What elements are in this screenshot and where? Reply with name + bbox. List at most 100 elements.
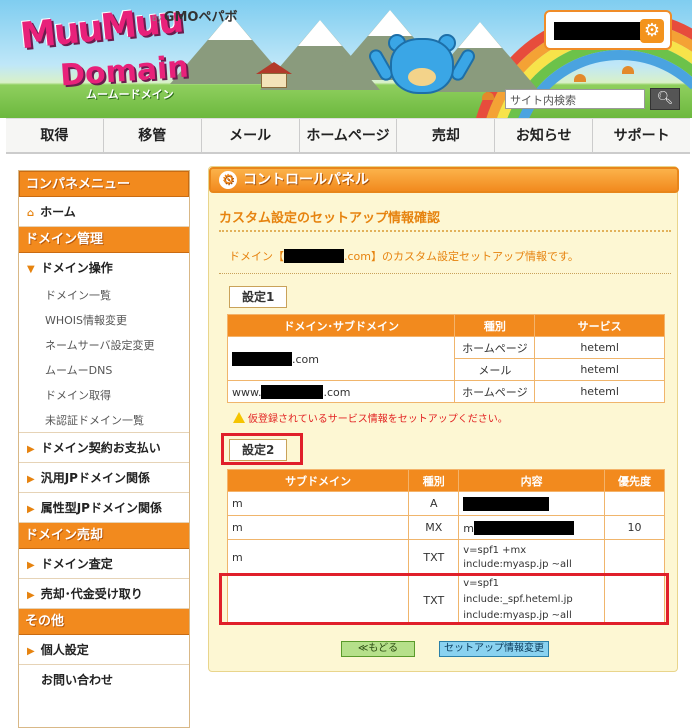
- nav-news[interactable]: お知らせ: [495, 119, 594, 152]
- account-box: ⚙: [544, 10, 672, 50]
- sidebar-item-personal[interactable]: ▶ 個人設定: [19, 635, 189, 665]
- column-header: 優先度: [604, 469, 665, 492]
- sidebar-item-home[interactable]: ⌂ ホーム: [19, 197, 189, 227]
- domain-cell: .com: [226, 336, 456, 381]
- table-row: m TXT v=spf1 +mx include:myasp.jp ~all: [226, 539, 665, 576]
- sidebar-section-other: その他: [19, 609, 189, 635]
- setting1-label: 設定1: [229, 286, 288, 308]
- type-cell: MX: [408, 515, 460, 540]
- column-header: サブドメイン: [226, 469, 410, 492]
- nav-acquire[interactable]: 取得: [6, 119, 104, 152]
- content-cell: m: [458, 515, 606, 540]
- sidebar-subitem-muumuu-dns[interactable]: ムームーDNS: [19, 358, 189, 383]
- highlight-box: [221, 433, 303, 465]
- warning-icon: [233, 412, 245, 423]
- sidebar-item-appraisal[interactable]: ▶ ドメイン査定: [19, 549, 189, 579]
- divider: [219, 230, 671, 232]
- back-button[interactable]: ≪もどる: [341, 641, 415, 657]
- domain-cell: www. .com: [226, 380, 456, 403]
- domain-prefix: www.: [232, 385, 262, 399]
- intro-text: ドメイン【 .com】のカスタム設定セットアップ情報です。: [229, 248, 579, 264]
- sidebar-item-attr-jp[interactable]: ▶ 属性型JPドメイン関係: [19, 493, 189, 523]
- sidebar-item-contact[interactable]: お問い合わせ: [19, 665, 189, 695]
- sidebar-item-label: ドメイン契約お支払い: [40, 441, 161, 455]
- service-cell: heteml: [534, 380, 665, 403]
- service-cell: heteml: [534, 336, 665, 359]
- nav-transfer[interactable]: 移管: [104, 119, 202, 152]
- sidebar-section-domain-sale: ドメイン売却: [19, 523, 189, 549]
- sidebar-subitem-domain-acquire[interactable]: ドメイン取得: [19, 383, 189, 408]
- column-header: 種別: [454, 314, 536, 337]
- nav-support[interactable]: サポート: [593, 119, 690, 152]
- sidebar-item-generic-jp[interactable]: ▶ 汎用JPドメイン関係: [19, 463, 189, 493]
- brand-by: by: [152, 14, 162, 23]
- table-row: www. .com ホームページ heteml: [226, 380, 665, 403]
- sidebar-subitem-whois[interactable]: WHOIS情報変更: [19, 308, 189, 333]
- home-icon: ⌂: [27, 208, 35, 219]
- sidebar-subitem-nameserver[interactable]: ネームサーバ設定変更: [19, 333, 189, 358]
- chevron-right-icon: ▶: [27, 444, 35, 455]
- bear-mascot: [366, 34, 478, 114]
- sidebar-item-sale-payment[interactable]: ▶ 売却･代金受け取り: [19, 579, 189, 609]
- sidebar-item-label: 売却･代金受け取り: [40, 587, 143, 601]
- type-cell: ホームページ: [454, 336, 536, 359]
- priority-cell: [604, 491, 665, 516]
- sidebar-item-domain-ops[interactable]: ▼ ドメイン操作: [19, 253, 189, 283]
- content-prefix: m: [463, 521, 474, 535]
- priority-cell: 10: [604, 515, 665, 540]
- chevron-right-icon: ▶: [27, 646, 35, 657]
- site-header: MuuMuu Domain ムームードメイン by GMOペパボ ⚙ サイト内検索…: [0, 0, 692, 118]
- sidebar-subitem-domain-list[interactable]: ドメイン一覧: [19, 283, 189, 308]
- column-header: サービス: [534, 314, 665, 337]
- logo-subtitle: ムームードメイン: [86, 88, 174, 101]
- sidebar-item-label: 個人設定: [40, 643, 89, 657]
- mushroom: [574, 74, 586, 82]
- nav-sell[interactable]: 売却: [397, 119, 496, 152]
- content-cell: v=spf1 +mx include:myasp.jp ~all: [458, 539, 606, 576]
- search-input[interactable]: サイト内検索: [505, 89, 645, 109]
- sidebar-subitem-unverified[interactable]: 未認証ドメイン一覧: [19, 408, 189, 433]
- sidebar-item-contract[interactable]: ▶ ドメイン契約お支払い: [19, 433, 189, 463]
- column-header: 種別: [408, 469, 460, 492]
- nav-homepage[interactable]: ホームページ: [300, 119, 398, 152]
- priority-cell: [604, 539, 665, 576]
- warning-message: 仮登録されているサービス情報をセットアップください。: [233, 410, 508, 425]
- redacted: [261, 384, 324, 399]
- gmo-pepabo-logo[interactable]: by GMOペパボ: [152, 6, 237, 25]
- sidebar-item-label: ホーム: [40, 205, 76, 219]
- mushroom: [622, 66, 634, 74]
- intro-prefix: ドメイン【: [229, 250, 284, 263]
- search-icon: 🔍︎: [656, 91, 674, 106]
- global-nav: 取得 移管 メール ホームページ 売却 お知らせ サポート: [6, 118, 690, 154]
- chevron-right-icon: ▶: [27, 474, 35, 485]
- panel-header-label: コントロールパネル: [243, 172, 369, 188]
- chevron-right-icon: ▶: [27, 590, 35, 601]
- control-panel: ⚙ コントロールパネル カスタム設定のセットアップ情報確認 ドメイン【 .com】の…: [208, 166, 679, 672]
- nav-mail[interactable]: メール: [202, 119, 300, 152]
- warning-text: 仮登録されているサービス情報をセットアップください。: [248, 414, 508, 425]
- column-header: ドメイン･サブドメイン: [226, 314, 456, 337]
- sidebar-item-label: ドメイン査定: [40, 557, 113, 571]
- highlight-box: [219, 573, 669, 625]
- redacted: [463, 496, 550, 511]
- type-cell: メール: [454, 358, 536, 381]
- chevron-right-icon: ▶: [27, 560, 35, 571]
- chevron-right-icon: ▶: [27, 504, 35, 515]
- sidebar-item-label: ドメイン操作: [40, 261, 113, 275]
- gear-icon[interactable]: ⚙: [640, 19, 664, 43]
- sidebar-item-label: 汎用JPドメイン関係: [40, 471, 150, 485]
- type-cell: TXT: [408, 539, 460, 576]
- change-setup-button[interactable]: セットアップ情報変更: [439, 641, 549, 657]
- mountain-snow: [368, 10, 412, 36]
- sidebar-section-domain-mgmt: ドメイン管理: [19, 227, 189, 253]
- subdomain-cell: m: [226, 491, 410, 516]
- house-illustration: [256, 62, 292, 88]
- mushroom: [482, 92, 494, 100]
- sidebar-title: コンパネメニュー: [19, 171, 189, 197]
- setting1-table: ドメイン･サブドメイン 種別 サービス .com ホームページ heteml メ…: [226, 314, 665, 403]
- redacted: [232, 351, 292, 366]
- column-header: 内容: [458, 469, 606, 492]
- table-row: m A: [226, 491, 665, 516]
- search-button[interactable]: 🔍︎: [650, 88, 680, 110]
- redacted: [473, 520, 574, 535]
